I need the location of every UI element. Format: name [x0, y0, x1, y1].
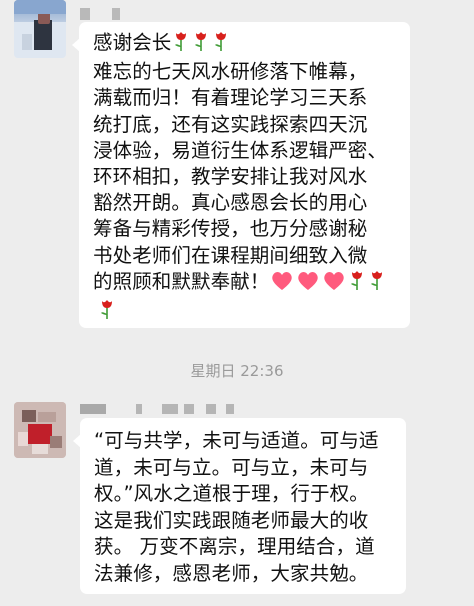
avatar[interactable] [14, 402, 66, 458]
chat-view: 感谢会长 难忘的七天风水研修落下帷幕， 满载而归！有着理论学习三天系 统打底，还… [0, 0, 474, 606]
message-line: 法兼修，感恩老师，大家共勉。 [94, 561, 369, 585]
message-line: 感谢会长 [93, 31, 172, 54]
message-line: 的照顾和默默奉献！ [93, 269, 270, 293]
message-line: 难忘的七天风水研修落下帷幕， [93, 60, 368, 84]
message-bubble[interactable]: 感谢会长 难忘的七天风水研修落下帷幕， 满载而归！有着理论学习三天系 统打底，还… [72, 22, 410, 328]
message-line: 统打底，还有这实践探索四天沉 [93, 112, 368, 136]
timestamp: 星期日 22:36 [190, 362, 284, 380]
message-line: 环环相扣，教学安排让我对风水 [93, 165, 368, 189]
rose-icon [369, 269, 385, 298]
rose-icon [349, 269, 365, 298]
rose-icon [99, 298, 115, 327]
message-line: 筹备与精彩传授，也万分感谢秘 [93, 217, 368, 241]
message-line: “可与共学，未可与适道。可与适 [94, 429, 379, 452]
message-line: 浸体验，易道衍生体系逻辑严密、 [93, 138, 388, 162]
message-bubble[interactable]: “可与共学，未可与适道。可与适 道，未可与立。可与立，未可与 权。”风水之道根于… [73, 418, 406, 594]
message-line: 道，未可与立。可与立，未可与 [94, 455, 369, 479]
message-line: 满载而归！有着理论学习三天系 [93, 86, 368, 110]
message-line: 权。”风水之道根于理，行于权。 [94, 482, 369, 505]
rose-icon [213, 30, 229, 59]
message-line: 书处老师们在课程期间细致入微 [93, 243, 368, 267]
message-line: 这是我们实践跟随老师最大的收 [94, 508, 369, 532]
message-line: 获。 万变不离宗，理用结合，道 [94, 535, 375, 558]
message-text: 感谢会长 难忘的七天风水研修落下帷幕， 满载而归！有着理论学习三天系 统打底，还… [93, 30, 400, 327]
heart-icon [271, 271, 293, 298]
rose-icon [173, 30, 189, 59]
heart-icon [323, 271, 345, 298]
sender-name-blurred [80, 402, 280, 416]
message-line: 豁然开朗。真心感恩会长的用心 [93, 191, 368, 215]
avatar[interactable] [14, 0, 66, 58]
message-text: “可与共学，未可与适道。可与适 道，未可与立。可与立，未可与 权。”风水之道根于… [94, 428, 396, 587]
heart-icon [297, 271, 319, 298]
sender-name-blurred [80, 6, 132, 22]
rose-icon [193, 30, 209, 59]
